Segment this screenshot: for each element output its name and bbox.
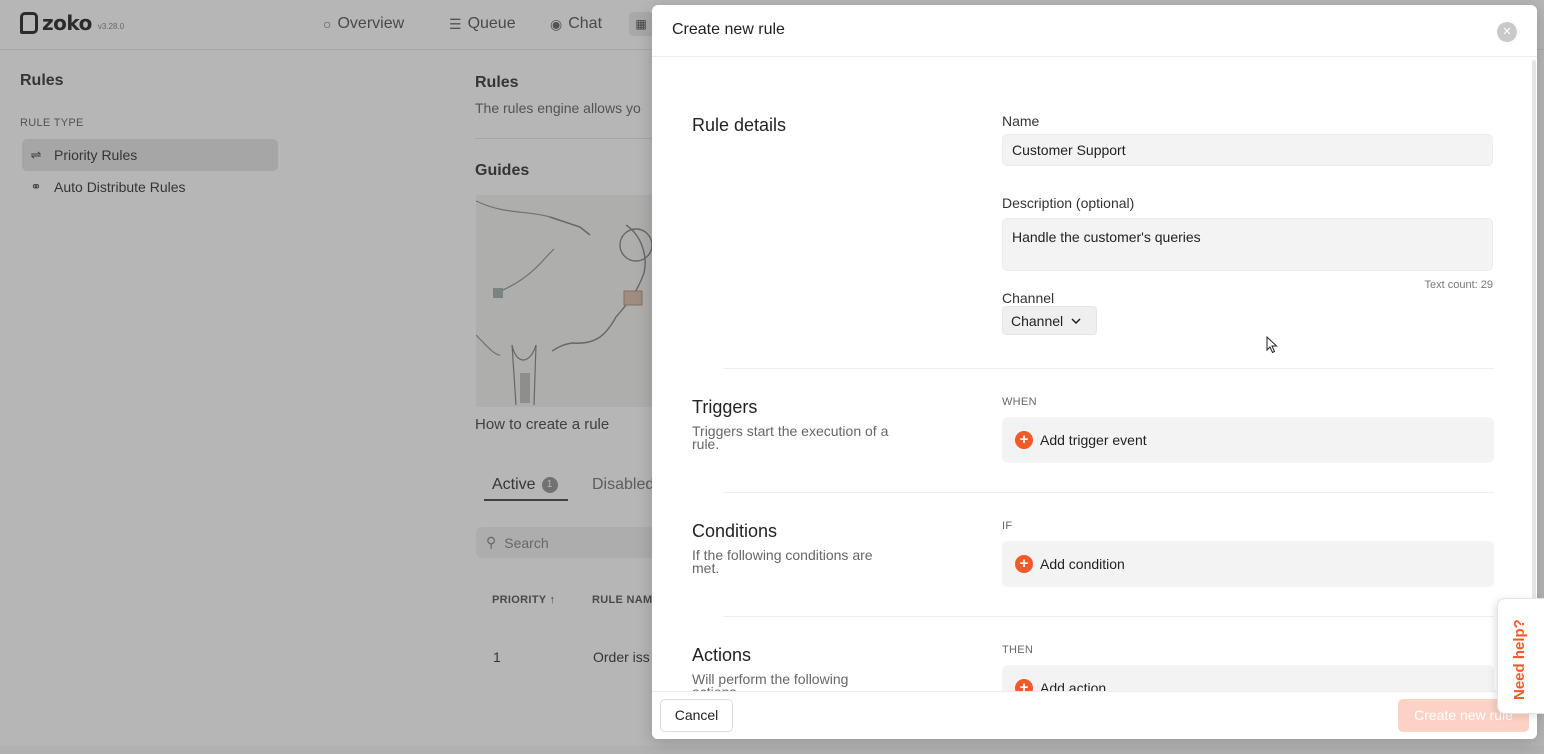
plus-icon: + [1015, 679, 1033, 691]
description-field[interactable]: Handle the customer's queries [1002, 218, 1493, 271]
section-divider [724, 616, 1494, 617]
add-action-label: Add action [1040, 680, 1107, 691]
need-help-button[interactable]: Need help? [1497, 598, 1544, 714]
name-field[interactable] [1002, 134, 1493, 166]
then-keyword: THEN [1002, 644, 1034, 656]
add-action-button[interactable]: + Add action [1002, 665, 1494, 691]
plus-icon: + [1015, 431, 1033, 449]
create-rule-modal: Create new rule ✕ Rule details Name Desc… [652, 5, 1537, 739]
chevron-down-icon [1071, 317, 1081, 324]
modal-title: Create new rule [672, 21, 785, 38]
actions-title: Actions [692, 645, 752, 665]
rule-details-title: Rule details [692, 115, 787, 135]
add-condition-button[interactable]: + Add condition [1002, 541, 1494, 587]
description-label: Description (optional) [1002, 195, 1135, 211]
channel-value: Channel [1011, 312, 1064, 329]
conditions-title: Conditions [692, 521, 778, 541]
close-icon[interactable]: ✕ [1497, 22, 1517, 42]
modal-header: Create new rule ✕ [652, 5, 1537, 57]
if-keyword: IF [1002, 520, 1013, 532]
mouse-cursor-icon [1266, 336, 1278, 354]
modal-body: Rule details Name Description (optional)… [652, 58, 1537, 691]
conditions-description: If the following conditions are met. [692, 547, 873, 576]
add-trigger-label: Add trigger event [1040, 432, 1147, 448]
when-keyword: WHEN [1002, 396, 1037, 408]
text-count: Text count: 29 [1424, 279, 1494, 291]
section-divider [724, 368, 1494, 369]
section-divider [724, 492, 1494, 493]
cancel-button[interactable]: Cancel [660, 699, 733, 732]
modal-footer: Cancel Create new rule [652, 691, 1537, 739]
add-trigger-button[interactable]: + Add trigger event [1002, 417, 1494, 463]
channel-dropdown[interactable]: Channel [1002, 306, 1097, 335]
actions-description: Will perform the following actions [692, 671, 849, 691]
add-condition-label: Add condition [1040, 556, 1125, 572]
channel-label: Channel [1002, 290, 1055, 306]
triggers-description: Triggers start the execution of a rule. [692, 423, 889, 452]
need-help-label: Need help? [1511, 619, 1528, 700]
scrollbar[interactable] [1532, 60, 1536, 690]
plus-icon: + [1015, 555, 1033, 573]
triggers-title: Triggers [692, 397, 758, 417]
name-label: Name [1002, 113, 1040, 129]
